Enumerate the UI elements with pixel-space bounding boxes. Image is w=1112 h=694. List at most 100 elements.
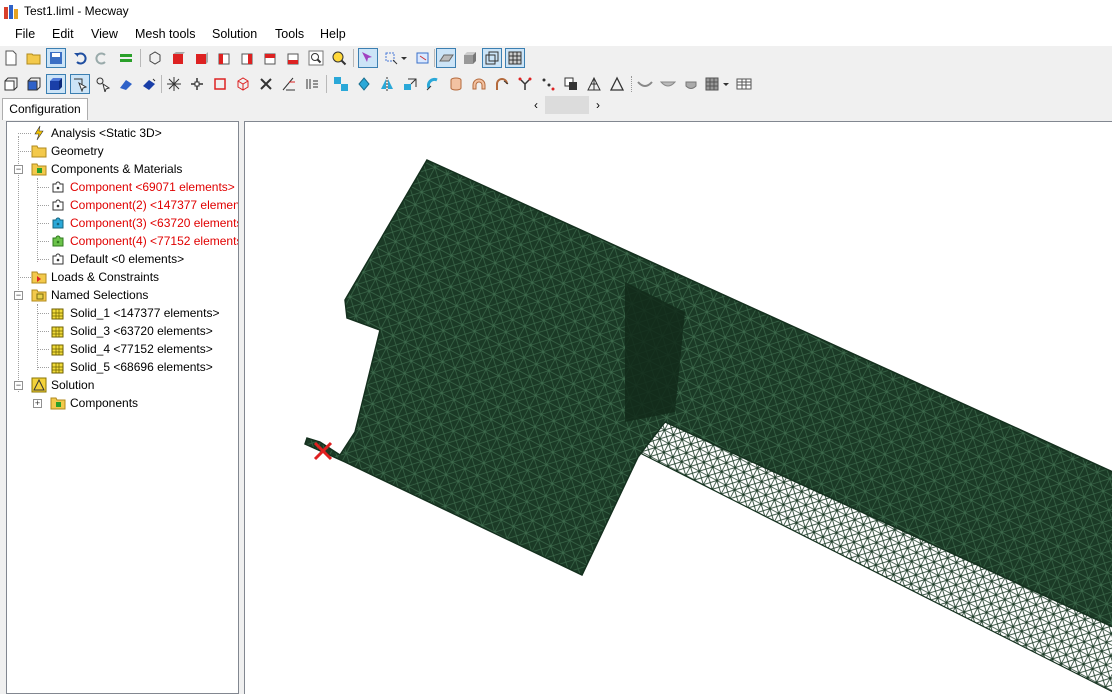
render-wireframe-button[interactable] xyxy=(482,48,502,68)
components-folder-icon xyxy=(50,397,66,410)
node-pick-icon xyxy=(96,77,111,92)
grid-options-button[interactable] xyxy=(702,74,722,94)
delete-button[interactable] xyxy=(256,74,276,94)
view-bottom-button[interactable] xyxy=(283,48,303,68)
configuration-tree[interactable]: Analysis <Static 3D> Geometry − Componen… xyxy=(6,121,239,694)
zoom-fit-icon xyxy=(332,51,347,66)
select-nodes-button[interactable] xyxy=(70,74,90,94)
pick-node-button[interactable] xyxy=(93,74,113,94)
mesh-block-icon xyxy=(51,362,64,374)
explode-button[interactable] xyxy=(164,74,184,94)
mesh-body xyxy=(304,159,1112,628)
equals-button[interactable] xyxy=(116,48,136,68)
tree-item-label: Solid_3 <63720 elements> xyxy=(70,324,213,338)
folder-icon xyxy=(31,145,47,158)
render-mesh-button[interactable] xyxy=(505,48,525,68)
select-elements-button[interactable] xyxy=(1,74,21,94)
surface-2-button[interactable] xyxy=(658,74,678,94)
outline-button[interactable] xyxy=(210,74,230,94)
mesh-block-icon xyxy=(51,308,64,320)
view-iso-button[interactable] xyxy=(145,48,165,68)
paint-select-button[interactable] xyxy=(116,74,136,94)
collapse-named-selections-toggle[interactable]: − xyxy=(14,291,23,300)
undo-button[interactable] xyxy=(70,48,90,68)
cylinder-button[interactable] xyxy=(446,74,466,94)
mirror-icon xyxy=(381,77,393,91)
tab-configuration[interactable]: Configuration xyxy=(2,98,88,120)
surface-3-button[interactable] xyxy=(681,74,701,94)
view-back-button[interactable] xyxy=(191,48,211,68)
menu-edit[interactable]: Edit xyxy=(50,27,76,41)
selections-folder-icon xyxy=(31,289,47,302)
redo-button[interactable] xyxy=(92,48,112,68)
new-file-button[interactable] xyxy=(1,48,21,68)
rotate-button[interactable] xyxy=(381,48,401,68)
open-button[interactable] xyxy=(24,48,44,68)
collapse-components-toggle[interactable]: − xyxy=(14,165,23,174)
render-solid-button[interactable] xyxy=(436,48,456,68)
cube-face-icon xyxy=(27,77,41,91)
view-left-button[interactable] xyxy=(214,48,234,68)
mesh-model[interactable] xyxy=(245,122,1112,694)
surface-1-button[interactable] xyxy=(635,74,655,94)
render-shaded-button[interactable] xyxy=(459,48,479,68)
dish-icon xyxy=(637,81,653,87)
mesh-tool-2-button[interactable] xyxy=(354,74,374,94)
revolve-button[interactable] xyxy=(423,74,443,94)
shape-icon xyxy=(564,77,577,90)
menu-tools[interactable]: Tools xyxy=(273,27,306,41)
view-front-button[interactable] xyxy=(168,48,188,68)
scroll-right-button[interactable]: › xyxy=(591,96,605,114)
distribute-button[interactable] xyxy=(302,74,322,94)
flood-select-button[interactable] xyxy=(139,74,159,94)
shape-button[interactable] xyxy=(561,74,581,94)
tree-item-label: Components xyxy=(70,396,139,410)
mirror-button[interactable] xyxy=(377,74,397,94)
bend-button[interactable] xyxy=(492,74,512,94)
expand-solution-components-toggle[interactable]: + xyxy=(33,399,42,408)
rotate-dropdown[interactable] xyxy=(399,48,409,68)
select-mode-button[interactable] xyxy=(358,48,378,68)
menu-file[interactable]: File xyxy=(13,27,37,41)
mecway-app-icon xyxy=(4,5,18,19)
menu-mesh-tools[interactable]: Mesh tools xyxy=(133,27,197,41)
table-button[interactable] xyxy=(734,74,754,94)
model-viewport[interactable] xyxy=(244,121,1112,694)
select-solids-button[interactable] xyxy=(46,74,66,94)
box-select-button[interactable] xyxy=(413,48,433,68)
toolbar-scroller[interactable]: ‹ › xyxy=(529,95,609,115)
extrude-button[interactable] xyxy=(400,74,420,94)
triangle-mesh-icon xyxy=(587,76,601,91)
cube-red-outline-button[interactable] xyxy=(233,74,253,94)
mesh-tool-1-button[interactable] xyxy=(331,74,351,94)
triangle-mesh-button[interactable] xyxy=(584,74,604,94)
view-right-button[interactable] xyxy=(237,48,257,68)
solid-cube-icon xyxy=(50,78,62,90)
tree-guide-line xyxy=(18,151,31,152)
menu-solution[interactable]: Solution xyxy=(210,27,259,41)
view-top-button[interactable] xyxy=(260,48,280,68)
zoom-button[interactable] xyxy=(306,48,326,68)
select-faces-button[interactable] xyxy=(24,74,44,94)
zoom-fit-button[interactable] xyxy=(329,48,349,68)
scroll-left-button[interactable]: ‹ xyxy=(529,96,543,114)
grid-options-dropdown[interactable] xyxy=(721,74,731,94)
node-star-button[interactable] xyxy=(187,74,207,94)
paint-select-icon xyxy=(120,80,132,90)
merge-nodes-button[interactable] xyxy=(538,74,558,94)
triangle-button[interactable] xyxy=(607,74,627,94)
hand-icon xyxy=(685,81,697,89)
red-square-icon xyxy=(214,78,226,90)
tree-item-label: Components & Materials xyxy=(51,162,183,176)
collapse-solution-toggle[interactable]: − xyxy=(14,381,23,390)
menu-help[interactable]: Help xyxy=(318,27,348,41)
scroll-thumb[interactable] xyxy=(545,96,589,114)
align-button[interactable] xyxy=(279,74,299,94)
menu-view[interactable]: View xyxy=(89,27,120,41)
select-nodes-icon xyxy=(362,52,372,62)
arch-icon xyxy=(472,78,486,90)
save-button[interactable] xyxy=(46,48,66,68)
split-button[interactable] xyxy=(515,74,535,94)
mesh-cube-icon xyxy=(508,51,522,65)
arch-button[interactable] xyxy=(469,74,489,94)
